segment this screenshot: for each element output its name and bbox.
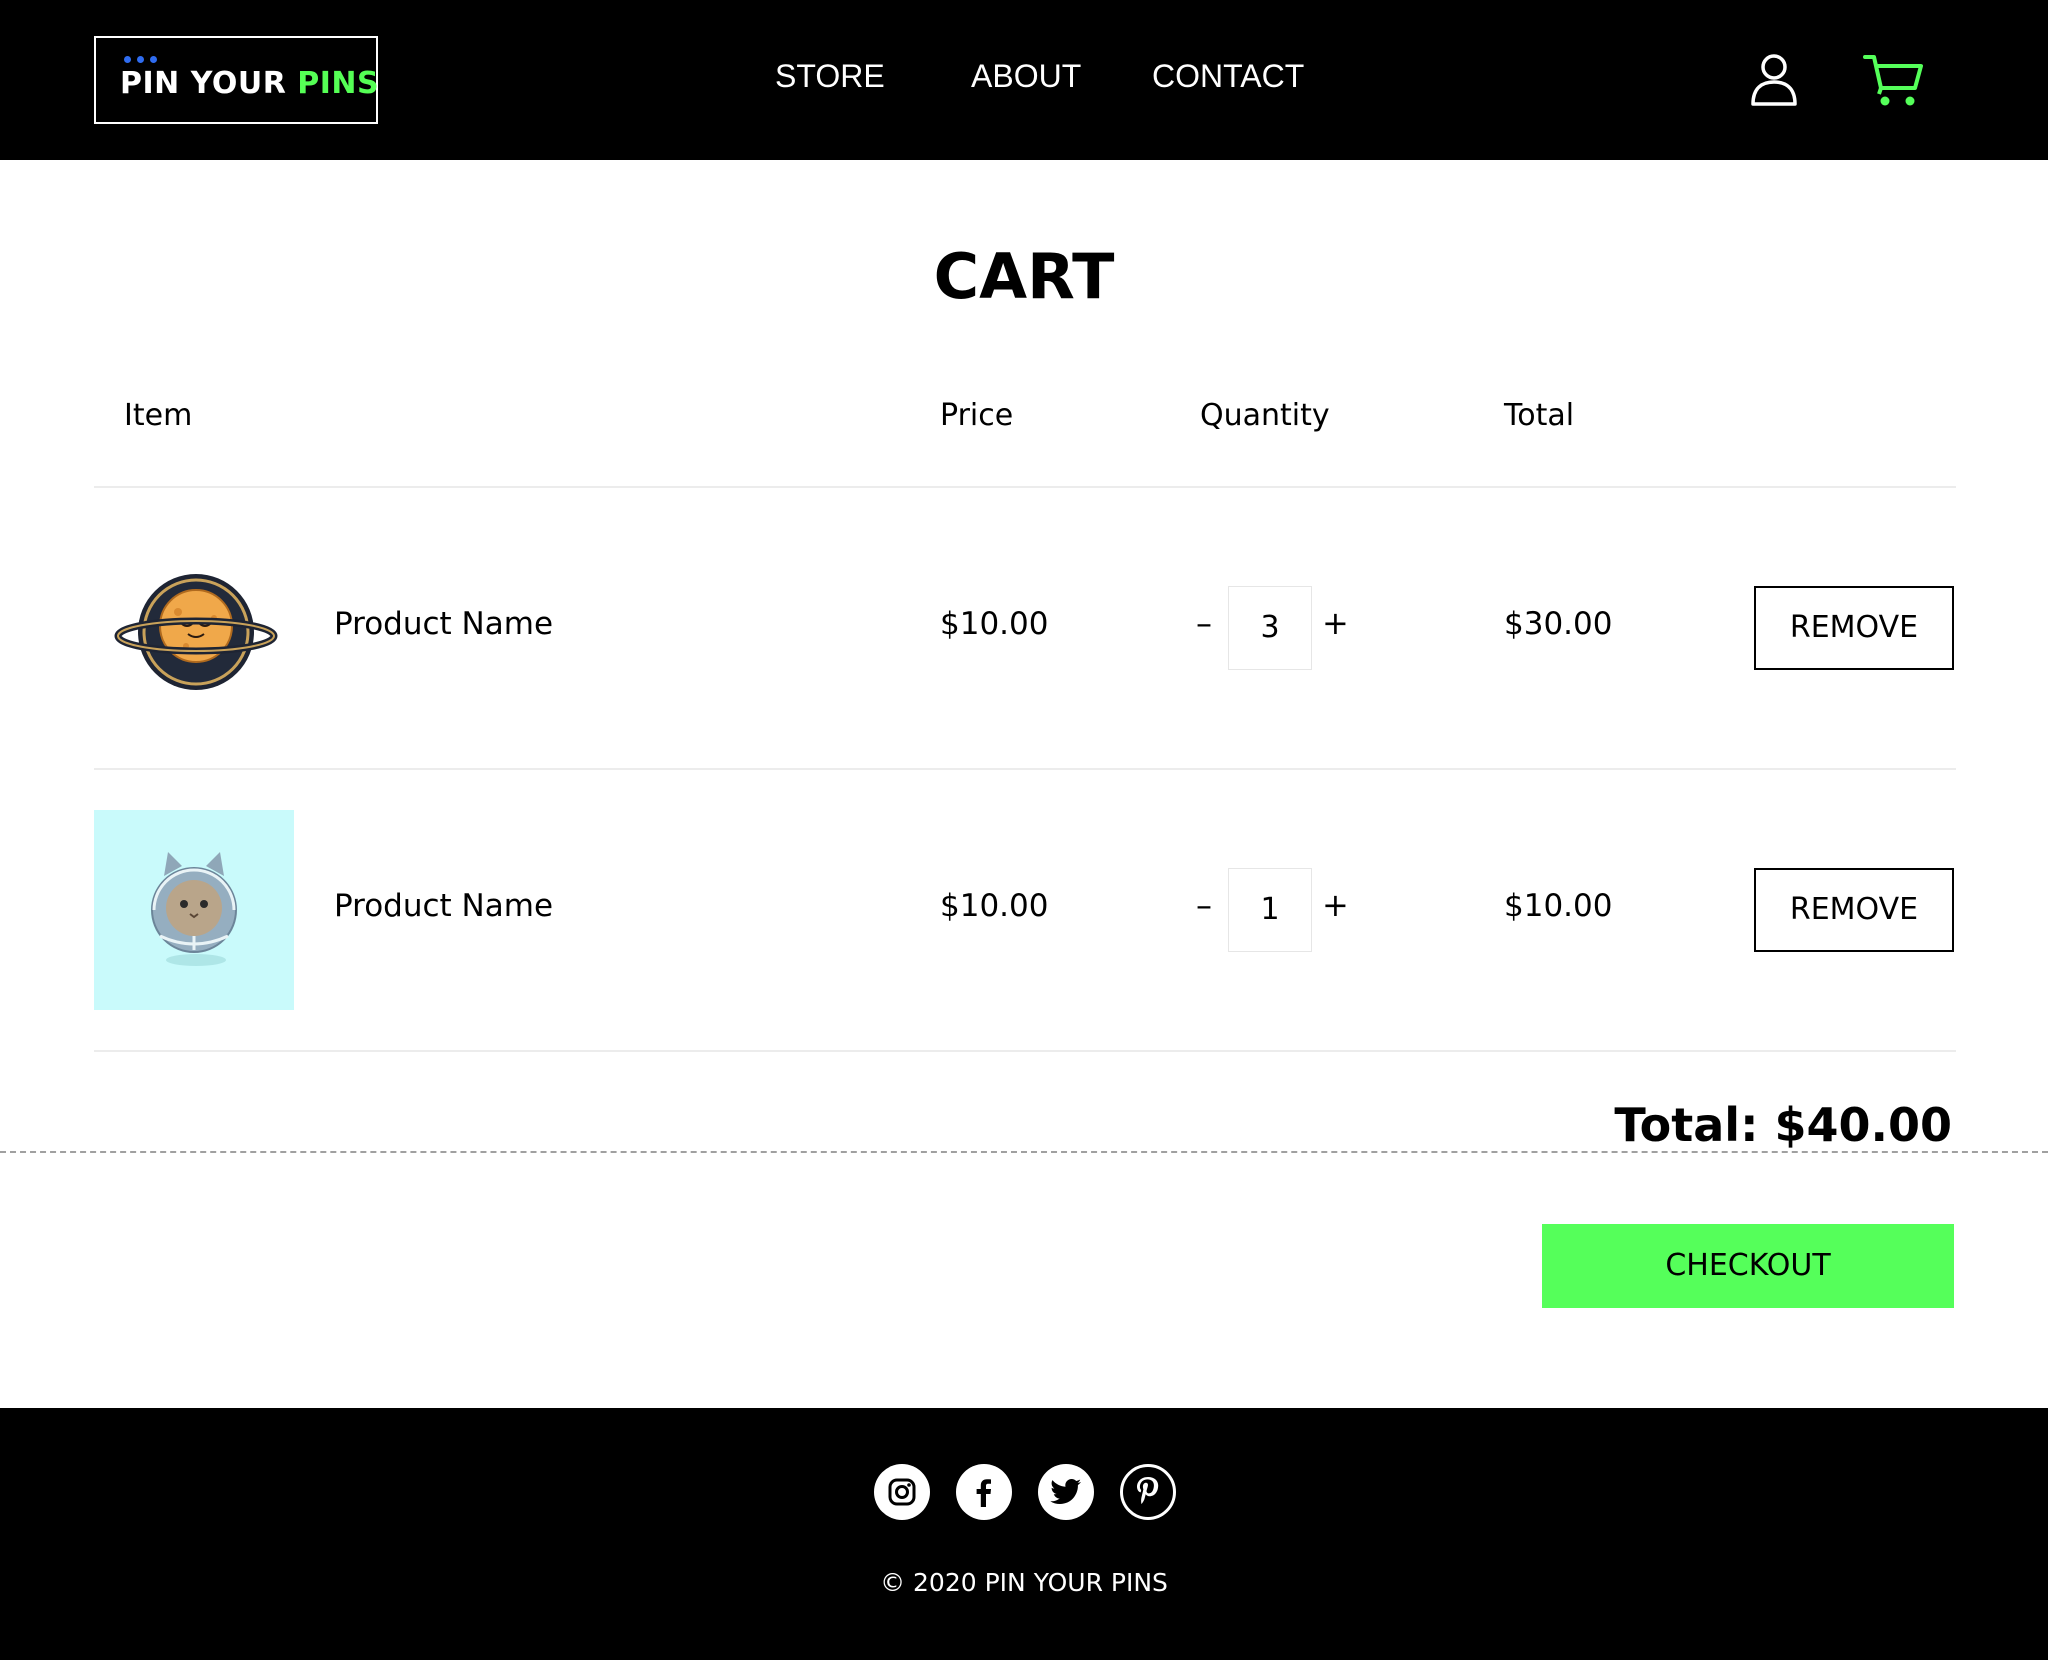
decrease-quantity-button[interactable]: – — [1196, 604, 1212, 642]
twitter-icon[interactable] — [1038, 1464, 1094, 1520]
nav-contact[interactable]: CONTACT — [1152, 58, 1304, 95]
product-price: $10.00 — [940, 888, 1049, 924]
social-links — [874, 1464, 1176, 1520]
nav-about[interactable]: ABOUT — [971, 58, 1081, 95]
remove-button[interactable]: REMOVE — [1754, 868, 1954, 952]
cart-row: Product Name $10.00 – 1 + $10.00 REMOVE — [0, 770, 2048, 1052]
line-total: $30.00 — [1504, 606, 1613, 642]
product-name[interactable]: Product Name — [334, 888, 553, 924]
copyright-text: © 2020 PIN YOUR PINS — [880, 1568, 1168, 1597]
increase-quantity-button[interactable]: + — [1322, 604, 1349, 642]
decrease-quantity-button[interactable]: – — [1196, 886, 1212, 924]
product-image[interactable] — [94, 528, 294, 728]
product-price: $10.00 — [940, 606, 1049, 642]
site-header: PIN YOUR PINS STORE ABOUT CONTACT — [0, 0, 2048, 160]
facebook-icon[interactable] — [956, 1464, 1012, 1520]
product-name[interactable]: Product Name — [334, 606, 553, 642]
product-image[interactable] — [94, 810, 294, 1010]
quantity-input[interactable]: 3 — [1228, 586, 1312, 670]
checkout-button[interactable]: CHECKOUT — [1542, 1224, 1954, 1308]
main-nav: STORE ABOUT CONTACT — [0, 58, 2048, 102]
user-icon[interactable] — [1748, 52, 1800, 108]
increase-quantity-button[interactable]: + — [1322, 886, 1349, 924]
cart-total: Total: $40.00 — [1614, 1098, 1952, 1152]
line-total: $10.00 — [1504, 888, 1613, 924]
dashed-divider — [0, 1151, 2048, 1153]
cart-icon[interactable] — [1863, 52, 1925, 108]
nav-store[interactable]: STORE — [775, 58, 885, 95]
divider — [94, 1050, 1956, 1052]
column-header-quantity: Quantity — [1200, 398, 1330, 433]
pinterest-icon[interactable] — [1120, 1464, 1176, 1520]
column-header-item: Item — [124, 398, 193, 433]
cart-row: Product Name $10.00 – 3 + $30.00 REMOVE — [0, 488, 2048, 770]
column-header-total: Total — [1504, 398, 1575, 433]
page-title: CART — [933, 240, 1115, 313]
quantity-input[interactable]: 1 — [1228, 868, 1312, 952]
site-footer: © 2020 PIN YOUR PINS — [0, 1408, 2048, 1660]
remove-button[interactable]: REMOVE — [1754, 586, 1954, 670]
column-header-price: Price — [940, 398, 1014, 433]
instagram-icon[interactable] — [874, 1464, 930, 1520]
